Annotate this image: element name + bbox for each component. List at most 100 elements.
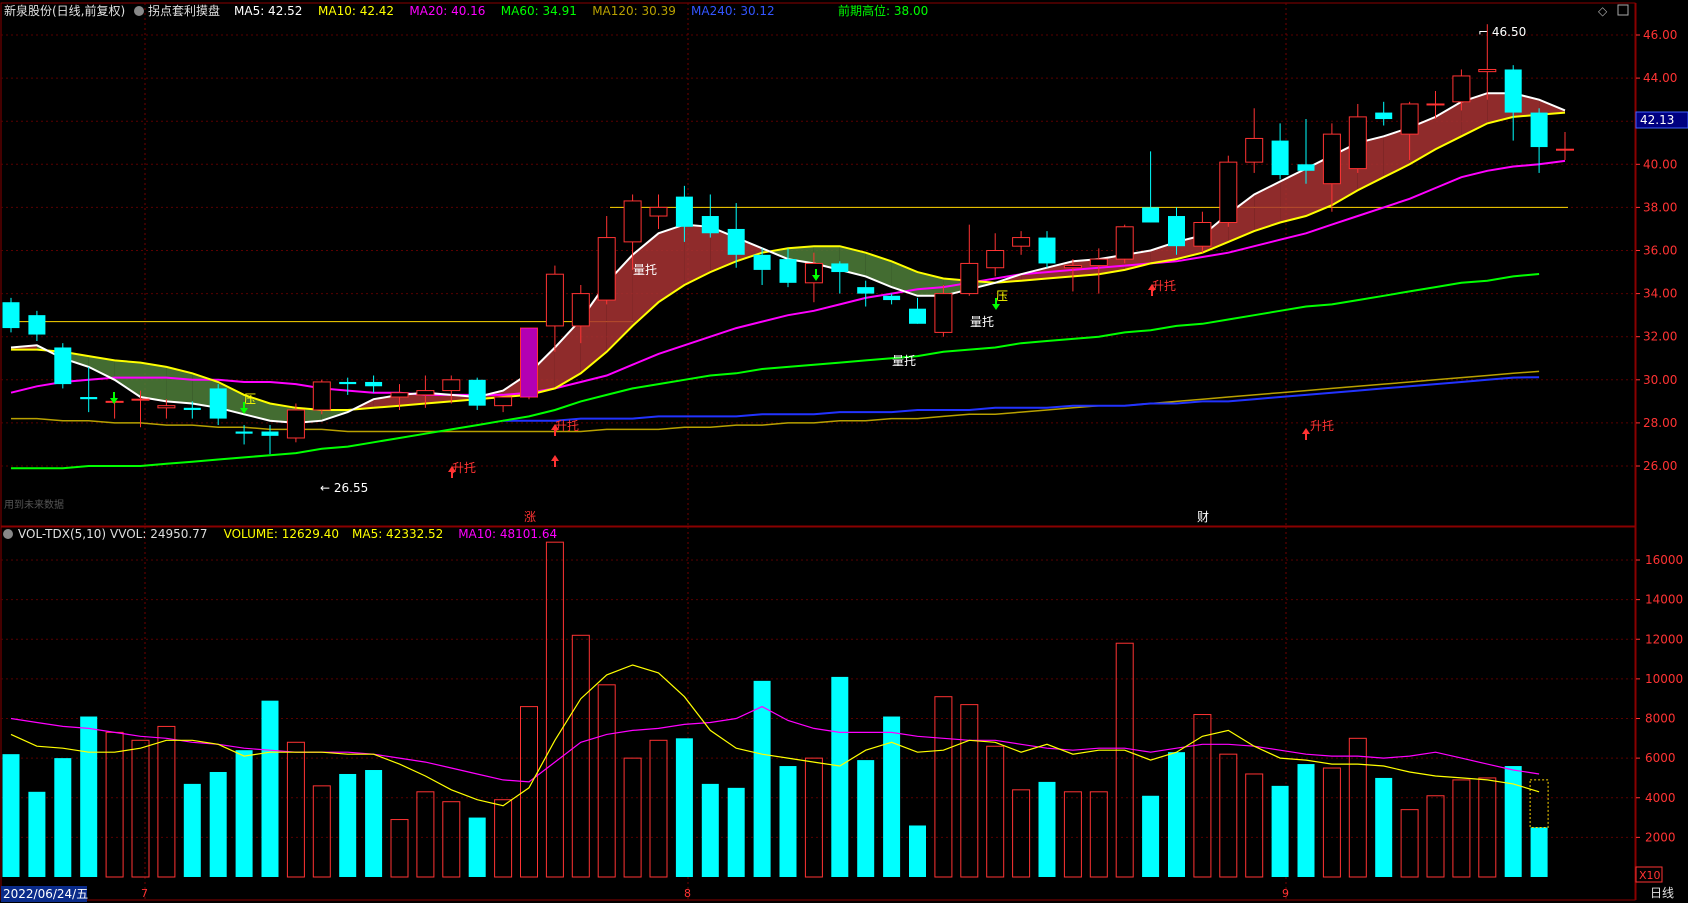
current-price-value: 42.13 bbox=[1640, 113, 1674, 127]
candle-body-up bbox=[1115, 226, 1134, 260]
volume-bar-down[interactable] bbox=[1530, 827, 1548, 877]
candle-body-down bbox=[1168, 216, 1185, 247]
candle-body-up bbox=[1400, 103, 1419, 135]
price-tick-label: 32.00 bbox=[1643, 330, 1677, 344]
candle-body-up bbox=[597, 237, 616, 301]
candle-body-down bbox=[2, 302, 20, 329]
volume-bar-down[interactable] bbox=[883, 716, 901, 877]
rise-hold-label: 升托 bbox=[1152, 279, 1176, 293]
price-tick-label: 28.00 bbox=[1643, 416, 1677, 430]
indicator-name[interactable]: 拐点套利摸盘 bbox=[148, 3, 220, 18]
volume-bar-down[interactable] bbox=[209, 771, 227, 877]
volume-bar-down[interactable] bbox=[235, 750, 253, 877]
volume-tick-label: 6000 bbox=[1645, 751, 1676, 765]
candle[interactable] bbox=[312, 379, 331, 415]
volume-bar-down[interactable] bbox=[1271, 785, 1289, 877]
candle-body-down bbox=[1297, 164, 1315, 171]
volume-legend-item: VVOL: 24950.77 bbox=[110, 527, 207, 541]
candle-body-down bbox=[909, 308, 926, 324]
candle-body-down bbox=[54, 347, 72, 385]
candle-body-up bbox=[1426, 103, 1445, 106]
candle-body-down bbox=[753, 254, 771, 270]
volume-bar-down[interactable] bbox=[261, 700, 279, 877]
surge-marker: 涨 bbox=[524, 509, 536, 524]
candle-body-down bbox=[1142, 207, 1160, 223]
candle-body-up bbox=[960, 262, 979, 295]
candle[interactable] bbox=[54, 343, 72, 389]
future-data-note: 用到未来数据 bbox=[4, 498, 64, 511]
rise-hold-label: 升托 bbox=[1310, 419, 1334, 433]
volume-bar-down[interactable] bbox=[701, 783, 719, 877]
indicator-dropdown-icon[interactable] bbox=[134, 6, 144, 16]
price-tick-label: 30.00 bbox=[1643, 373, 1677, 387]
volume-bar-down[interactable] bbox=[1375, 777, 1393, 877]
candle-body-up bbox=[157, 405, 176, 409]
volume-bar-down[interactable] bbox=[1038, 781, 1056, 877]
price-tick-label: 26.00 bbox=[1643, 459, 1677, 473]
diamond-icon[interactable]: ◇ bbox=[1598, 4, 1608, 18]
volume-bar-down[interactable] bbox=[727, 787, 745, 877]
candle[interactable] bbox=[2, 297, 20, 333]
period-label[interactable]: 日线 bbox=[1650, 886, 1674, 900]
candle-body-down bbox=[1530, 112, 1548, 148]
volume-bar-down[interactable] bbox=[779, 766, 797, 877]
ma-legend-item: MA120: 30.39 bbox=[592, 4, 676, 18]
candle-body-up bbox=[416, 390, 435, 396]
volume-bar-down[interactable] bbox=[909, 825, 926, 877]
stock-title: 新泉股份(日线,前复权) bbox=[4, 3, 125, 18]
month-label-7: 7 bbox=[141, 887, 148, 900]
volume-legend-item: VOLUME: 12629.40 bbox=[224, 527, 339, 541]
candle-body-down bbox=[675, 196, 693, 227]
volume-bar-down[interactable] bbox=[365, 770, 383, 877]
candle-body-down bbox=[339, 381, 357, 385]
candle-body-down bbox=[1271, 140, 1289, 176]
volume-bar-down[interactable] bbox=[183, 783, 201, 877]
candle-body-down bbox=[883, 295, 901, 301]
limit-up-highlight bbox=[521, 328, 537, 398]
candle-body-up bbox=[1556, 148, 1574, 151]
volume-legend-item: MA5: 42332.52 bbox=[352, 527, 443, 541]
candle-body-up bbox=[986, 250, 1005, 269]
volume-legend: VVOL: 24950.77 VOLUME: 12629.40 MA5: 42332… bbox=[110, 527, 557, 541]
volume-tick-label: 4000 bbox=[1645, 791, 1676, 805]
price-tick-label: 44.00 bbox=[1643, 71, 1677, 85]
ma-legend-item: MA20: 40.16 bbox=[409, 4, 485, 18]
volume-bar-down[interactable] bbox=[54, 758, 72, 877]
volume-indicator-name[interactable]: VOL-TDX(5,10) bbox=[18, 527, 106, 541]
candle-body-up bbox=[286, 409, 305, 439]
volume-bar-down[interactable] bbox=[2, 754, 20, 877]
volume-bar-down[interactable] bbox=[831, 676, 849, 877]
candle-body-up bbox=[131, 398, 150, 401]
candle-body-up bbox=[1322, 133, 1341, 185]
month-label-8: 8 bbox=[684, 887, 691, 900]
volume-bar-down[interactable] bbox=[1297, 764, 1315, 877]
ma-legend-item: MA5: 42.52 bbox=[234, 4, 302, 18]
volume-tick-label: 8000 bbox=[1645, 712, 1676, 726]
candle[interactable] bbox=[1115, 224, 1134, 264]
candle[interactable] bbox=[1219, 155, 1238, 227]
volume-bar-down[interactable] bbox=[339, 773, 357, 877]
candle-body-up bbox=[571, 293, 590, 327]
volume-bar-down[interactable] bbox=[1142, 795, 1160, 877]
candle-body-up bbox=[1219, 161, 1238, 223]
candle-body-up bbox=[390, 392, 409, 398]
price-tick-label: 38.00 bbox=[1643, 200, 1677, 214]
volume-bar-down[interactable] bbox=[28, 791, 46, 877]
volume-bar-down[interactable] bbox=[80, 716, 98, 877]
candle-body-down bbox=[1038, 237, 1056, 264]
volume-bar-down[interactable] bbox=[1168, 752, 1185, 877]
volume-bar-down[interactable] bbox=[675, 738, 693, 877]
candle-body-down bbox=[235, 431, 253, 434]
bear-band-fill bbox=[140, 362, 167, 402]
candle[interactable] bbox=[468, 377, 486, 410]
candle-body-up bbox=[545, 273, 564, 327]
stock-chart[interactable]: ⌐ 46.50← 26.55量托量托量托压压升托升托升托升托涨 财用到未来数据 新… bbox=[0, 0, 1688, 903]
prev-high-label: 前期高位: 38.00 bbox=[838, 3, 928, 18]
volume-bar-down[interactable] bbox=[468, 817, 486, 877]
pressure-label: 压 bbox=[244, 392, 256, 406]
price-tick-label: 46.00 bbox=[1643, 28, 1677, 42]
volume-bar-down[interactable] bbox=[857, 760, 875, 877]
volume-dropdown-icon[interactable] bbox=[3, 529, 13, 539]
candle-body-up bbox=[1063, 265, 1082, 269]
volume-hold-label: 量托 bbox=[892, 354, 916, 368]
